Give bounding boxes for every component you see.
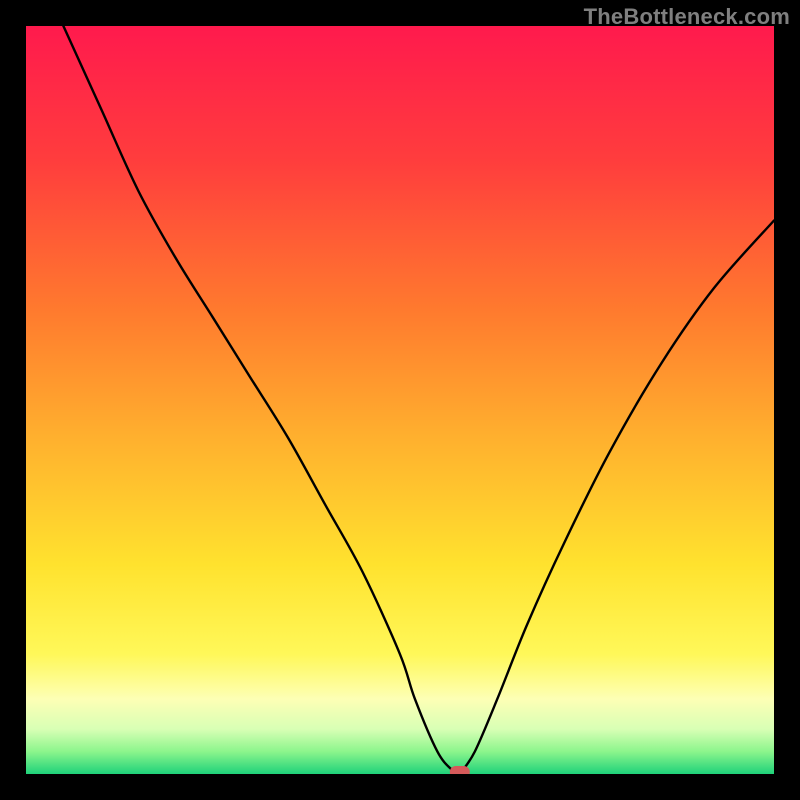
bottleneck-chart [26, 26, 774, 774]
gradient-background [26, 26, 774, 774]
chart-frame: TheBottleneck.com [0, 0, 800, 800]
optimal-marker [450, 766, 470, 774]
plot-area [26, 26, 774, 774]
